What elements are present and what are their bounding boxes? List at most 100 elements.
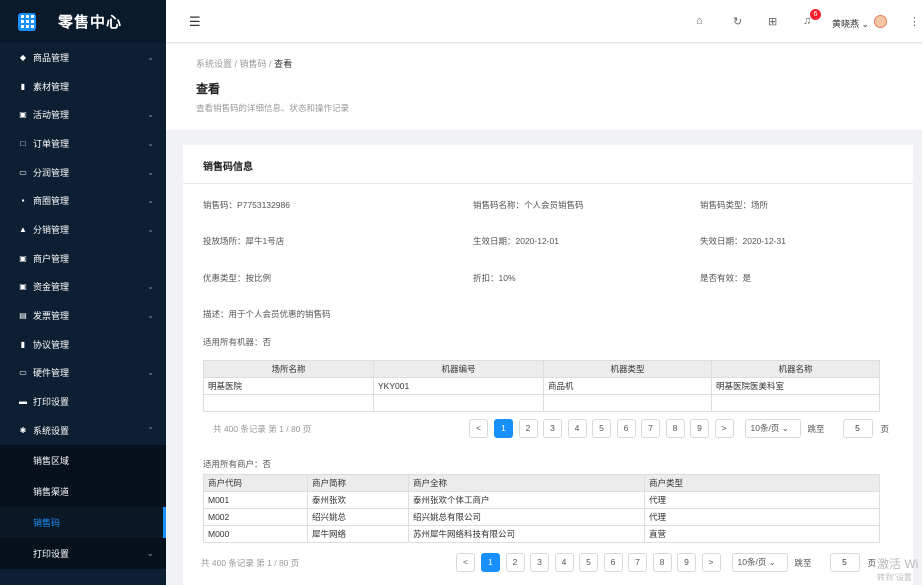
sidebar-subitem[interactable]: 打印设置 ⌄ [0, 537, 166, 569]
sidebar-subitem-label: 销售码 [33, 517, 61, 528]
sidebar-subitem[interactable]: 销售码 [0, 506, 166, 538]
sidebar-item[interactable]: ▣ 活动管理 ⌄ [0, 100, 166, 129]
page-button[interactable]: 7 [641, 419, 660, 438]
printer-icon: ▬ [19, 397, 27, 407]
sidebar-item[interactable]: ▣ 资金管理 ⌄ [0, 273, 166, 302]
prev-page-button[interactable]: < [469, 419, 488, 438]
monitor-icon: ▭ [19, 167, 27, 177]
table-cell: 代理 [644, 508, 880, 526]
page-size-value: 10条/页 [750, 423, 780, 433]
next-page-button[interactable]: > [701, 553, 721, 572]
next-page-button[interactable]: > [714, 419, 734, 438]
home-icon: ▲ [19, 224, 27, 234]
table-row: M002 绍兴姚总 绍兴姚总有限公司 代理 [203, 508, 880, 526]
field-all-merchants: 适用所有商户：否 [203, 459, 272, 469]
page-button[interactable]: 9 [690, 419, 709, 438]
pagination-total: 共 400 条记录 第 1 / 80 页 [213, 424, 312, 434]
menu-toggle-icon[interactable]: ☰ [189, 14, 201, 30]
column-header: 商户简称 [307, 474, 409, 492]
jump-label: 跳至 [807, 424, 825, 434]
breadcrumb-item[interactable]: 销售码 [240, 59, 267, 69]
sidebar-menu: ◆ 商品管理 ⌄ ▮ 素材管理 ▣ 活动管理 ⌄ □ 订单管理 ⌄ ▭ 分润管理 ⌄ ▪ 商圈管理 ⌄ ▲ 分销管理… [0, 43, 166, 569]
apps-icon[interactable]: ⊞ [768, 15, 777, 28]
page-button[interactable]: 4 [554, 553, 574, 572]
pagination: 共 400 条记录 第 1 / 80 页 <1 2 3 4 5 6 7 8 9 >10条/页 ⌄ 跳至… [183, 553, 913, 573]
page-button[interactable]: 1 [494, 419, 513, 438]
page-size-value: 10条/页 [737, 557, 767, 567]
field-discount-type: 优惠类型：按比例 [203, 273, 272, 283]
sidebar-item[interactable]: □ 订单管理 ⌄ [0, 129, 166, 158]
table-cell [711, 394, 880, 412]
page-description: 查看销售码的详细信息、状态和操作记录 [196, 103, 350, 113]
page-button[interactable]: 9 [677, 553, 696, 572]
page-button[interactable]: 6 [616, 419, 636, 438]
user-name[interactable]: 黄晓燕 ⌄ [832, 17, 869, 30]
sidebar-item-label: 商圈管理 [33, 196, 70, 207]
column-header: 机器类型 [543, 360, 712, 378]
sidebar-item[interactable]: ▲ 分销管理 ⌄ [0, 215, 166, 244]
column-header: 商户类型 [644, 474, 880, 492]
sidebar-item[interactable]: ▪ 商圈管理 ⌄ [0, 186, 166, 215]
chevron-up-icon: ⌃ [147, 425, 154, 435]
more-icon[interactable]: ⋮ [909, 15, 920, 28]
file-icon: ▮ [20, 81, 26, 91]
chevron-down-icon: ⌄ [147, 224, 154, 234]
page-button[interactable]: 5 [592, 419, 611, 438]
page-button[interactable]: 3 [530, 553, 549, 572]
chevron-down-icon: ⌄ [147, 368, 154, 378]
column-header: 场所名称 [203, 360, 374, 378]
column-header: 机器名称 [711, 360, 880, 378]
page-size-select[interactable]: 10条/页 ⌄ [744, 419, 801, 438]
page-button[interactable]: 2 [518, 419, 538, 438]
page-button[interactable]: 6 [603, 553, 623, 572]
table-cell [543, 394, 712, 412]
home-icon[interactable]: ⌂ [696, 15, 703, 27]
sidebar-item-label: 商品管理 [33, 52, 70, 63]
chevron-down-icon: ⌄ [147, 52, 154, 62]
page-button[interactable]: 3 [543, 419, 562, 438]
sidebar-item[interactable]: ▮ 协议管理 [0, 330, 166, 359]
page-button[interactable]: 1 [481, 553, 500, 572]
table-cell: 明基医院医美科室 [711, 377, 880, 395]
column-header: 商户代码 [203, 474, 308, 492]
sidebar-item[interactable]: ▬ 打印设置 [0, 387, 166, 416]
sidebar-subitem[interactable]: 销售渠道 [0, 475, 166, 507]
gear-icon: ✱ [19, 425, 27, 435]
sidebar-item[interactable]: ▭ 分润管理 ⌄ [0, 158, 166, 187]
app-title: 零售中心 [58, 14, 123, 31]
jump-input[interactable]: 5 [842, 419, 873, 438]
sidebar-item-label: 发票管理 [33, 311, 70, 322]
tag-icon: ◆ [19, 52, 27, 62]
avatar[interactable] [874, 15, 887, 28]
table-cell: 代理 [644, 491, 880, 509]
column-header: 商户全称 [408, 474, 645, 492]
jump-input[interactable]: 5 [829, 553, 860, 572]
page-button[interactable]: 8 [652, 553, 672, 572]
table-cell: 犀牛网络 [307, 525, 409, 543]
page-button[interactable]: 7 [628, 553, 647, 572]
page-size-select[interactable]: 10条/页 ⌄ [731, 553, 788, 572]
sidebar-subitem[interactable]: 销售区域 [0, 444, 166, 476]
table-cell: M002 [203, 508, 308, 526]
app-logo[interactable]: 零售中心 [0, 0, 166, 43]
table-cell: YKY001 [373, 377, 544, 395]
table-cell: M000 [203, 525, 308, 543]
prev-page-button[interactable]: < [456, 553, 475, 572]
sidebar-item[interactable]: ▭ 硬件管理 ⌄ [0, 359, 166, 388]
page-button[interactable]: 5 [579, 553, 598, 572]
page-button[interactable]: 8 [665, 419, 685, 438]
page-button[interactable]: 4 [567, 419, 587, 438]
agreement-icon: ▮ [20, 339, 26, 349]
sidebar-item[interactable]: ✱ 系统设置 ⌃ [0, 416, 166, 445]
sidebar-item[interactable]: ▤ 发票管理 ⌄ [0, 301, 166, 330]
device-icon: ▭ [19, 368, 27, 378]
sidebar-item[interactable]: ▮ 素材管理 [0, 72, 166, 101]
sidebar-item-label: 硬件管理 [33, 368, 70, 379]
sidebar-item[interactable]: ▣ 商户管理 [0, 244, 166, 273]
refresh-icon[interactable]: ↻ [733, 15, 742, 28]
sidebar-item[interactable]: ◆ 商品管理 ⌄ [0, 43, 166, 72]
chevron-down-icon: ⌄ [147, 196, 154, 206]
page-button[interactable]: 2 [505, 553, 525, 572]
breadcrumb-item[interactable]: 系统设置 [196, 59, 232, 69]
machines-table: 场所名称 机器编号 机器类型 机器名称 明基医院 YKY001 商品机 明基医院… [203, 360, 880, 412]
